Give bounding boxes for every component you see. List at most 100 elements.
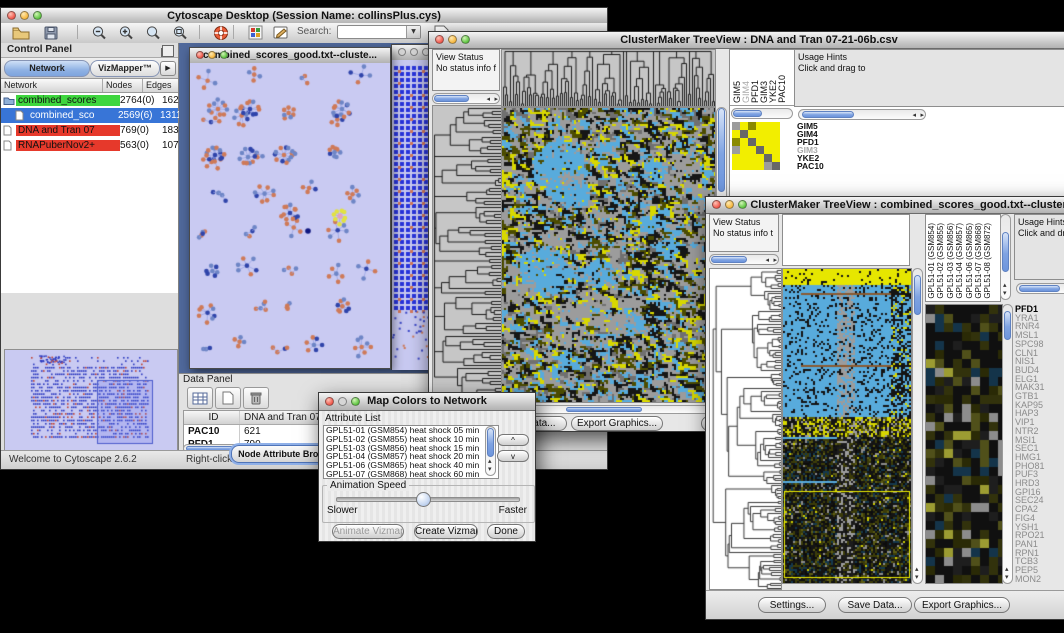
close-icon[interactable] (196, 51, 204, 59)
scroll-arrow-icon[interactable]: ▸ (920, 111, 924, 120)
new-attribute-icon[interactable] (215, 387, 241, 409)
help-icon[interactable] (209, 24, 233, 41)
minimize-icon[interactable] (338, 397, 347, 406)
tab-vizmapper[interactable]: VizMapper™ (90, 60, 160, 77)
close-icon[interactable] (325, 397, 334, 406)
treeview2-heatmap[interactable] (782, 268, 912, 584)
delete-attribute-icon[interactable] (243, 387, 269, 409)
network-list-row[interactable]: RNAPuberNov2+563(0)107847(0) (1, 138, 178, 153)
treeview2-detail-heatmap[interactable] (925, 304, 1003, 584)
treeview1-detail-matrix[interactable] (732, 122, 780, 170)
dialog-titlebar[interactable]: Map Colors to Network (319, 393, 535, 411)
close-icon[interactable] (398, 48, 406, 56)
tab-network[interactable]: Network (4, 60, 90, 77)
scroll-arrow-icon[interactable]: ▸ (494, 95, 498, 104)
network-overview-panel[interactable] (4, 349, 178, 451)
treeview2-status-hscroll[interactable]: ◂▸ (709, 254, 779, 265)
vizmapper-icon[interactable] (243, 24, 267, 41)
zoom-window-icon[interactable] (738, 200, 747, 209)
scrollbar-thumb[interactable] (733, 110, 762, 117)
animation-speed-slider-thumb[interactable] (416, 492, 431, 507)
scroll-arrow-icon[interactable]: ▾ (1003, 289, 1007, 298)
network-list-row[interactable]: combined_scores2764(0)16218(0) (1, 93, 178, 108)
network-view-canvas-1[interactable] (190, 63, 390, 368)
scrollbar-thumb[interactable] (1002, 232, 1009, 272)
attribute-list[interactable]: GPL51-01 (GSM854) heat shock 05 minGPL51… (323, 425, 499, 479)
treeview2-row-dendrogram[interactable] (709, 268, 782, 590)
zoom-in-icon[interactable] (114, 24, 138, 41)
treeview1-column-dendrogram[interactable] (501, 49, 716, 107)
zoom-fit-icon[interactable] (141, 24, 165, 41)
search-input[interactable]: ▼ (337, 25, 421, 39)
save-data--button[interactable]: Save Data... (838, 597, 912, 613)
scrollbar-thumb[interactable] (487, 428, 494, 456)
zoom-selected-icon[interactable] (168, 24, 192, 41)
zoom-out-icon[interactable] (87, 24, 111, 41)
close-icon[interactable] (712, 200, 721, 209)
close-icon[interactable] (435, 35, 444, 44)
scroll-arrow-icon[interactable]: ▾ (1005, 573, 1009, 582)
attribute-table-icon[interactable] (187, 387, 213, 409)
settings--button[interactable]: Settings... (758, 597, 826, 613)
create-vizmap-button[interactable]: Create Vizmap (414, 524, 478, 539)
animate-vizmap-button[interactable]: Animate Vizmap (332, 524, 404, 539)
treeview2-usage-hscroll[interactable] (1016, 283, 1064, 294)
treeview2-vscroll[interactable]: ▴▾ (912, 268, 923, 584)
annotation-icon[interactable] (269, 24, 293, 41)
done-button[interactable]: Done (487, 524, 525, 539)
save-session-icon[interactable] (39, 24, 63, 41)
scroll-arrow-icon[interactable]: ▾ (915, 573, 919, 582)
scrollbar-thumb[interactable] (1019, 285, 1060, 292)
matrix-cell (756, 154, 764, 162)
network-window-1-titlebar[interactable]: combined_scores_good.txt--cluste... (190, 48, 390, 64)
minimize-icon[interactable] (725, 200, 734, 209)
attribute-list-item[interactable]: GPL51-07 (GSM868) heat shock 60 min (324, 470, 498, 479)
minimize-icon[interactable] (20, 11, 29, 20)
treeview1-heatmap[interactable] (501, 107, 716, 403)
scroll-arrow-icon[interactable]: ◂ (765, 256, 769, 265)
treeview1-detail-hscroll[interactable] (731, 108, 793, 119)
move-up-button[interactable]: ^ (497, 434, 529, 446)
network-nodes-count: 563(0) (120, 140, 162, 151)
move-down-button[interactable]: v (497, 450, 529, 462)
scroll-arrow-icon[interactable]: ◂ (912, 111, 916, 120)
scrollbar-thumb[interactable] (1004, 311, 1011, 341)
zoom-window-icon[interactable] (461, 35, 470, 44)
control-panel: Control Panel Network VizMapper™ ▶ Netwo… (1, 43, 179, 451)
treeview1-usage-hscroll[interactable]: ◂▸ (798, 109, 926, 120)
export-graphics--button[interactable]: Export Graphics... (571, 416, 663, 431)
scrollbar-thumb[interactable] (434, 95, 469, 102)
zoom-window-icon[interactable] (220, 51, 228, 59)
chevron-down-icon[interactable]: ▼ (406, 26, 420, 38)
scroll-arrow-icon[interactable]: ▸ (773, 256, 777, 265)
network-list-row[interactable]: DNA and Tran 07769(0)183728(0) (1, 123, 178, 138)
zoom-window-icon[interactable] (33, 11, 42, 20)
treeview2-detail-vscroll[interactable]: ▴▾ (1002, 304, 1013, 584)
minimize-icon[interactable] (208, 51, 216, 59)
matrix-cell (764, 146, 772, 154)
attribute-list-vscroll[interactable]: ▴▾ (485, 426, 496, 476)
scroll-arrow-icon[interactable]: ◂ (486, 95, 490, 104)
minimize-icon[interactable] (410, 48, 418, 56)
close-icon[interactable] (7, 11, 16, 20)
scroll-arrow-icon[interactable]: ▾ (488, 465, 492, 474)
tab-overflow-button[interactable]: ▶ (160, 61, 176, 76)
export-graphics--button[interactable]: Export Graphics... (914, 597, 1010, 613)
animation-speed-label: Animation Speed (327, 480, 409, 491)
float-panel-icon[interactable] (162, 45, 174, 57)
minimize-icon[interactable] (448, 35, 457, 44)
treeview2-titlebar[interactable]: ClusterMaker TreeView : combined_scores_… (706, 197, 1064, 214)
open-file-icon[interactable] (9, 24, 33, 41)
zoom-window-icon[interactable] (351, 397, 360, 406)
network-list-row[interactable]: combined_sco2569(6)13112(15) (1, 108, 178, 123)
treeview2-collabel-vscroll[interactable]: ▴▾ (1000, 214, 1011, 300)
network-window-1[interactable]: combined_scores_good.txt--cluste... (189, 47, 391, 369)
scrollbar-thumb[interactable] (718, 108, 725, 192)
scrollbar-thumb[interactable] (711, 256, 747, 263)
treeview1-titlebar[interactable]: ClusterMaker TreeView : DNA and Tran 07-… (429, 32, 1064, 49)
scrollbar-thumb[interactable] (566, 407, 643, 412)
scrollbar-thumb[interactable] (802, 111, 854, 118)
treeview1-status-hscroll[interactable]: ◂▸ (432, 93, 500, 104)
scrollbar-thumb[interactable] (914, 275, 921, 315)
treeview1-row-dendrogram[interactable] (432, 105, 502, 403)
